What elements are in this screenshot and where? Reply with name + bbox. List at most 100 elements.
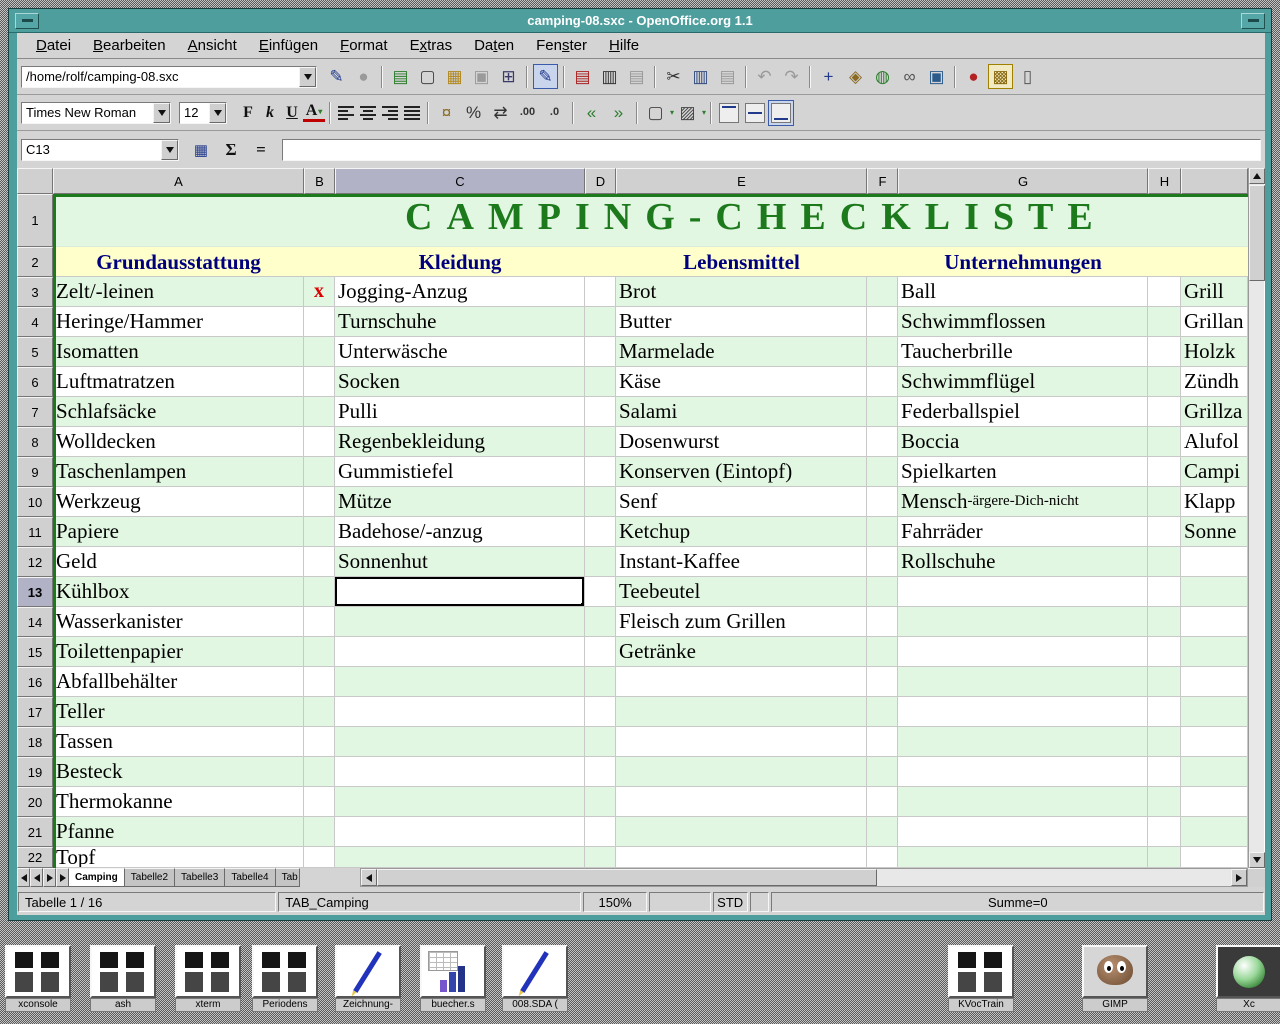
- menu-fenster[interactable]: Fenster: [525, 35, 598, 56]
- cell-C14[interactable]: [335, 607, 585, 637]
- col-header-e[interactable]: E: [616, 168, 867, 194]
- col-header-h[interactable]: H: [1148, 168, 1181, 194]
- cell-H4[interactable]: [1148, 307, 1181, 337]
- cell-G17[interactable]: [898, 697, 1148, 727]
- cell-E13[interactable]: Teebeutel: [616, 577, 867, 607]
- col-header-a[interactable]: A: [53, 168, 304, 194]
- undo-icon[interactable]: ↶: [752, 64, 777, 89]
- cell-F20[interactable]: [867, 787, 898, 817]
- cell-B19[interactable]: [304, 757, 335, 787]
- delete-decimal-icon[interactable]: .0: [542, 100, 567, 125]
- font-size-value[interactable]: 12: [180, 103, 209, 123]
- cell-I3[interactable]: Grill: [1181, 277, 1248, 307]
- menu-format[interactable]: Format: [329, 35, 399, 56]
- cell-B5[interactable]: [304, 337, 335, 367]
- menu-extras[interactable]: Extras: [399, 35, 464, 56]
- row-header-10[interactable]: 10: [17, 487, 53, 517]
- cell-H7[interactable]: [1148, 397, 1181, 427]
- cell-C5[interactable]: Unterwäsche: [335, 337, 585, 367]
- cell-D15[interactable]: [585, 637, 616, 667]
- row-header-13[interactable]: 13: [17, 577, 53, 607]
- save-document-icon[interactable]: ▣: [469, 64, 494, 89]
- cell-E4[interactable]: Butter: [616, 307, 867, 337]
- cell-A9[interactable]: Taschenlampen: [53, 457, 304, 487]
- cell-B3[interactable]: x: [304, 277, 335, 307]
- menu-datei[interactable]: Datei: [25, 35, 82, 56]
- row-header-5[interactable]: 5: [17, 337, 53, 367]
- print-direct-icon[interactable]: ▤: [570, 64, 595, 89]
- row-header-3[interactable]: 3: [17, 277, 53, 307]
- cell-G11[interactable]: Fahrräder: [898, 517, 1148, 547]
- cell-A5[interactable]: Isomatten: [53, 337, 304, 367]
- cell-A11[interactable]: Papiere: [53, 517, 304, 547]
- formula-input[interactable]: [282, 139, 1261, 161]
- cell-E21[interactable]: [616, 817, 867, 847]
- url-input[interactable]: [22, 67, 299, 87]
- status-insert-mode[interactable]: [649, 892, 710, 912]
- cell-A12[interactable]: Geld: [53, 547, 304, 577]
- col-header-b[interactable]: B: [304, 168, 335, 194]
- cell-H13[interactable]: [1148, 577, 1181, 607]
- window-menu-button[interactable]: [15, 13, 39, 29]
- cell-H14[interactable]: [1148, 607, 1181, 637]
- row-header-18[interactable]: 18: [17, 727, 53, 757]
- background-color-icon[interactable]: ▨: [675, 100, 700, 125]
- cell-A3[interactable]: Zelt/-leinen: [53, 277, 304, 307]
- cell-B22[interactable]: [304, 847, 335, 868]
- cell-I21[interactable]: [1181, 817, 1248, 847]
- cell-C19[interactable]: [335, 757, 585, 787]
- font-size-dropdown-button[interactable]: [209, 103, 226, 123]
- cell-E9[interactable]: Konserven (Eintopf): [616, 457, 867, 487]
- grid-corner-box[interactable]: [17, 168, 53, 194]
- number-format-percent-icon[interactable]: %: [461, 100, 486, 125]
- row-header-11[interactable]: 11: [17, 517, 53, 547]
- status-template-name[interactable]: TAB_Camping: [278, 892, 581, 912]
- title-bar[interactable]: camping-08.sxc - OpenOffice.org 1.1: [9, 9, 1271, 33]
- copy-icon[interactable]: ▥: [688, 64, 713, 89]
- row-header-19[interactable]: 19: [17, 757, 53, 787]
- open-document-icon[interactable]: ▦: [442, 64, 467, 89]
- cell-I6[interactable]: Zündh: [1181, 367, 1248, 397]
- cell-G15[interactable]: [898, 637, 1148, 667]
- redo-icon[interactable]: ↷: [779, 64, 804, 89]
- row-header-16[interactable]: 16: [17, 667, 53, 697]
- cell-G8[interactable]: Boccia: [898, 427, 1148, 457]
- cell-G6[interactable]: Schwimmflügel: [898, 367, 1148, 397]
- cell-H15[interactable]: [1148, 637, 1181, 667]
- cell-F16[interactable]: [867, 667, 898, 697]
- cell-E18[interactable]: [616, 727, 867, 757]
- cell-B4[interactable]: [304, 307, 335, 337]
- cell-C18[interactable]: [335, 727, 585, 757]
- cell-A13[interactable]: Kühlbox: [53, 577, 304, 607]
- taskbar-icon-periodens[interactable]: Periodens: [252, 945, 318, 1012]
- cell-B18[interactable]: [304, 727, 335, 757]
- underline-icon[interactable]: U: [281, 102, 303, 124]
- cell-I20[interactable]: [1181, 787, 1248, 817]
- cell-I15[interactable]: [1181, 637, 1248, 667]
- cell-E16[interactable]: [616, 667, 867, 697]
- col-header-f[interactable]: F: [867, 168, 898, 194]
- cell-B6[interactable]: [304, 367, 335, 397]
- cell-C13[interactable]: [335, 577, 585, 607]
- status-sum-display[interactable]: Summe=0: [771, 892, 1264, 912]
- cell-D22[interactable]: [585, 847, 616, 868]
- taskbar-icon-ash[interactable]: ash: [90, 945, 156, 1012]
- cell-I4[interactable]: Grillan: [1181, 307, 1248, 337]
- font-name-value[interactable]: Times New Roman: [22, 103, 153, 123]
- window-maximize-button[interactable]: [1241, 13, 1265, 29]
- cell-B15[interactable]: [304, 637, 335, 667]
- navigator-icon[interactable]: +: [816, 64, 841, 89]
- align-center-icon[interactable]: [357, 102, 379, 124]
- decrease-indent-icon[interactable]: «: [579, 100, 604, 125]
- cell-B21[interactable]: [304, 817, 335, 847]
- cell-H6[interactable]: [1148, 367, 1181, 397]
- cell-G19[interactable]: [898, 757, 1148, 787]
- cell-F14[interactable]: [867, 607, 898, 637]
- row-header-21[interactable]: 21: [17, 817, 53, 847]
- cell-H17[interactable]: [1148, 697, 1181, 727]
- cell-E22[interactable]: [616, 847, 867, 868]
- horizontal-scrollbar[interactable]: [360, 868, 1248, 887]
- cell-A20[interactable]: Thermokanne: [53, 787, 304, 817]
- cell-E5[interactable]: Marmelade: [616, 337, 867, 367]
- cell-H10[interactable]: [1148, 487, 1181, 517]
